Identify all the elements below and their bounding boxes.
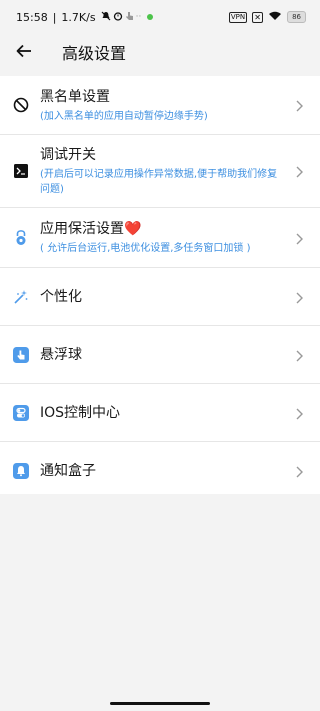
chevron-right-icon [294, 290, 304, 304]
item-texts: 黑名单设置 (加入黑名单的应用自动暂停边缘手势) [40, 87, 286, 124]
wifi-icon [268, 11, 282, 24]
terminal-icon [12, 162, 30, 180]
lock-icon [12, 229, 30, 247]
settings-list: 黑名单设置 (加入黑名单的应用自动暂停边缘手势) 调试开关 (开启后可以记录应用… [0, 76, 320, 500]
arrow-left-icon [16, 43, 32, 62]
block-icon [12, 96, 30, 114]
item-description: (加入黑名单的应用自动暂停边缘手势) [40, 110, 208, 122]
status-right: VPN ✕ 86 [228, 11, 306, 24]
settings-item-notification-box[interactable]: 通知盒子 [0, 442, 320, 500]
chevron-right-icon [294, 348, 304, 362]
settings-item-personalize[interactable]: 个性化 [0, 268, 320, 326]
item-texts: 调试开关 (开启后可以记录应用操作异常数据,便于帮助我们修复问题) [40, 145, 286, 197]
settings-item-ios-control-center[interactable]: IOS控制中心 [0, 384, 320, 442]
status-left: 15:58 | 1.7K/s ·· [16, 11, 229, 24]
chevron-right-icon [294, 231, 304, 245]
back-button[interactable] [14, 42, 34, 62]
item-texts: IOS控制中心 [40, 403, 286, 423]
magic-wand-icon [12, 288, 30, 306]
vpn-badge: VPN [228, 11, 248, 23]
no-sim-icon: ✕ [252, 11, 264, 23]
bell-icon [12, 462, 30, 480]
item-title: 应用保活设置❤️ [40, 221, 142, 237]
page-title: 高级设置 [62, 44, 127, 63]
home-indicator[interactable] [110, 702, 210, 705]
item-description: ( 允许后台运行,电池优化设置,多任务窗口加锁 ) [40, 243, 251, 254]
touch-hand-icon [12, 346, 30, 364]
empty-background [0, 494, 320, 711]
active-indicator-dot [147, 14, 154, 20]
item-texts: 悬浮球 [40, 345, 286, 365]
battery-icon: 86 [287, 11, 306, 23]
chevron-right-icon [294, 406, 304, 420]
item-description: (开启后可以记录应用操作异常数据,便于帮助我们修复问题) [40, 169, 278, 195]
item-title: 黑名单设置 [40, 88, 110, 105]
app-bar: 高级设置 [0, 34, 320, 70]
status-time: 15:58 [16, 10, 48, 24]
chevron-right-icon [294, 464, 304, 478]
item-title: 个性化 [40, 288, 82, 305]
item-texts: 通知盒子 [40, 461, 286, 481]
item-title: IOS控制中心 [40, 404, 121, 421]
settings-item-debug[interactable]: 调试开关 (开启后可以记录应用操作异常数据,便于帮助我们修复问题) [0, 135, 320, 208]
item-title: 悬浮球 [40, 346, 82, 363]
status-bar: 15:58 | 1.7K/s ·· VPN ✕ 86 [0, 0, 320, 34]
status-separator: | [52, 10, 57, 24]
settings-item-keepalive[interactable]: 应用保活设置❤️ ( 允许后台运行,电池优化设置,多任务窗口加锁 ) [0, 208, 320, 268]
network-speed: 1.7K/s [61, 10, 96, 24]
dots-icon: ·· [135, 12, 142, 22]
toggle-icon [12, 404, 30, 422]
settings-item-floating-ball[interactable]: 悬浮球 [0, 326, 320, 384]
item-title: 调试开关 [40, 147, 96, 163]
chevron-right-icon [294, 98, 304, 112]
settings-item-blacklist[interactable]: 黑名单设置 (加入黑名单的应用自动暂停边缘手势) [0, 76, 320, 135]
mute-bell-icon [101, 11, 111, 24]
item-texts: 个性化 [40, 287, 286, 307]
item-texts: 应用保活设置❤️ ( 允许后台运行,电池优化设置,多任务窗口加锁 ) [40, 219, 286, 256]
alarm-icon [113, 11, 123, 24]
touch-hand-icon [125, 11, 134, 24]
item-title: 通知盒子 [40, 463, 96, 479]
chevron-right-icon [294, 164, 304, 178]
